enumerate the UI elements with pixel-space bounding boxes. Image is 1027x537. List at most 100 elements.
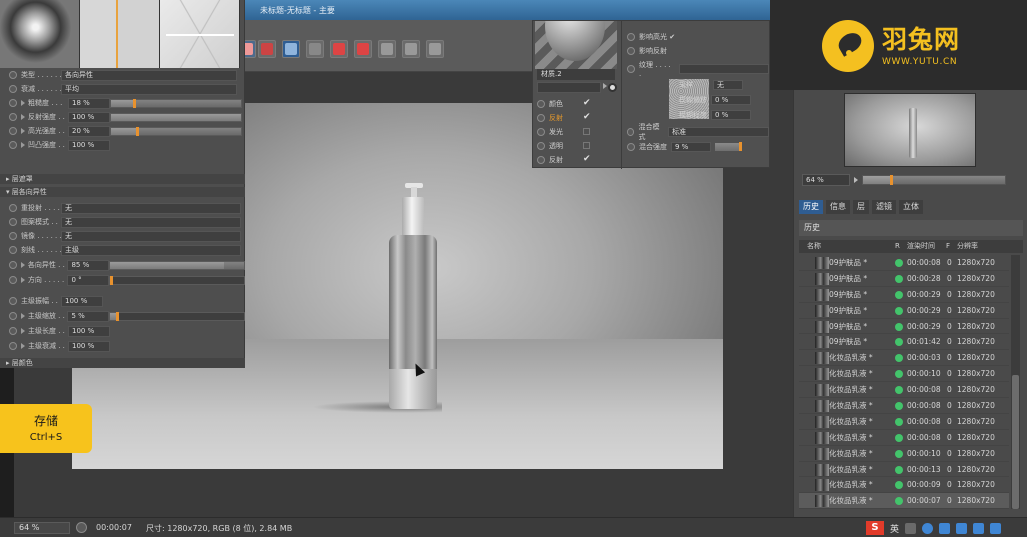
history-row[interactable]: 09护肤品 * 00:00:08 0 1280x720 [799, 255, 1009, 271]
param-row-reproject[interactable]: 重投射 . . . . 无 [0, 201, 245, 215]
checkbox[interactable] [583, 128, 590, 135]
param-slider[interactable] [108, 260, 245, 270]
punctuation-icon[interactable] [905, 522, 917, 534]
keyboard-icon[interactable] [956, 522, 968, 534]
col-resolution[interactable]: 分辨率 [957, 240, 978, 253]
param-value-field[interactable]: 100 % [68, 340, 110, 352]
history-row[interactable]: 09护肤品 * 00:01:42 0 1280x720 [799, 334, 1009, 351]
param-dropdown[interactable]: 各向异性 [61, 69, 237, 81]
history-row[interactable]: 化妆品乳液 * 00:00:08 0 1280x720 [799, 430, 1009, 446]
param-value-field[interactable]: 100 % [68, 111, 110, 123]
expand-icon[interactable] [21, 343, 25, 349]
expand-icon[interactable] [21, 142, 25, 148]
sphere-preview[interactable] [0, 0, 80, 68]
param-row-primary-falloff[interactable]: 主级衰减 . . 100 % [0, 339, 245, 353]
expand-icon[interactable] [21, 128, 25, 134]
col-f[interactable]: F [946, 240, 950, 253]
param-dropdown[interactable]: 无 [61, 230, 241, 242]
param-value-field[interactable]: 100 % [68, 325, 110, 337]
anim-radio[interactable] [9, 85, 17, 93]
param-row-direction[interactable]: 方向 . . . . . . 0 ° [0, 273, 245, 287]
blend-mode-row[interactable]: 混合模式 标准 [627, 123, 769, 141]
set-a-button[interactable] [330, 40, 348, 58]
blur-offset-row[interactable]: 模糊偏移 0 % [679, 94, 751, 106]
channel-transparency[interactable]: 透明 [537, 139, 617, 152]
status-zoom-field[interactable]: 64 % [14, 522, 70, 534]
param-row-specular[interactable]: 高光强度 . . 20 % [0, 124, 245, 138]
anim-radio[interactable] [9, 204, 17, 212]
expand-icon[interactable] [20, 262, 25, 268]
navigator-zoom-field[interactable]: 64 % [802, 174, 850, 186]
anim-radio[interactable] [9, 113, 17, 121]
param-row-anisotropy[interactable]: 各向异性 . . 85 % [0, 258, 245, 272]
set-b-button[interactable] [354, 40, 372, 58]
history-row[interactable]: 化妆品乳液 * 00:00:09 0 1280x720 [799, 477, 1009, 494]
param-slider[interactable] [110, 98, 242, 108]
param-slider[interactable] [108, 311, 245, 321]
option-radio[interactable] [627, 47, 635, 55]
blur-offset-field[interactable]: 0 % [711, 95, 751, 105]
anim-radio[interactable] [9, 141, 17, 149]
param-row-falloff[interactable]: 衰减 . . . . . . 平均 [0, 82, 245, 96]
option-radio[interactable] [627, 33, 635, 41]
scrollbar-thumb[interactable] [1012, 375, 1019, 509]
checkmark-icon[interactable]: ✔ [583, 99, 592, 108]
sampling-dropdown[interactable]: 无 [713, 80, 743, 90]
channel-radio[interactable] [537, 141, 545, 150]
zoom-arrow-icon[interactable] [854, 177, 858, 183]
param-row-type[interactable]: 类型 . . . . . . 各向异性 [0, 68, 245, 82]
render-region-button[interactable] [258, 40, 276, 58]
export-button[interactable] [426, 40, 444, 58]
blend-strength-field[interactable]: 9 % [671, 142, 711, 152]
param-value-field[interactable]: 0 ° [67, 274, 109, 286]
channel-color[interactable]: 颜色 ✔ [537, 97, 617, 110]
swap-button[interactable] [378, 40, 396, 58]
param-row-primary-amplitude[interactable]: 主级振幅 . . 100 % [0, 294, 245, 308]
checkmark-icon[interactable]: ✔ [583, 113, 592, 122]
section-layer-mask[interactable]: ▸ 层遮罩 [0, 174, 245, 184]
history-row[interactable]: 化妆品乳液 * 00:00:10 0 1280x720 [799, 366, 1009, 383]
anim-radio[interactable] [9, 246, 17, 254]
history-row[interactable]: 09护肤品 * 00:00:29 0 1280x720 [799, 319, 1009, 335]
history-row[interactable]: 09护肤品 * 00:00:29 0 1280x720 [799, 287, 1009, 303]
tab-stereo[interactable]: 立体 [899, 200, 923, 214]
param-row-primary-scale[interactable]: 主级缩放 . . 5 % [0, 309, 245, 323]
param-row-primary-length[interactable]: 主级长度 . . 100 % [0, 324, 245, 338]
expand-icon[interactable] [21, 328, 25, 334]
expand-icon[interactable] [21, 100, 25, 106]
history-row[interactable]: 09护肤品 * 00:00:28 0 1280x720 [799, 271, 1009, 287]
expand-icon[interactable] [21, 114, 25, 120]
anim-radio[interactable] [9, 218, 17, 226]
material-name[interactable]: 材质.2 [537, 69, 615, 80]
blur-scale-row[interactable]: 模糊程度 0 % [679, 109, 751, 121]
ime-language[interactable]: 英 [890, 522, 899, 535]
material-combo[interactable] [537, 82, 601, 93]
channel-radio[interactable] [537, 99, 545, 108]
history-scrollbar[interactable] [1011, 255, 1020, 509]
blend-strength-slider[interactable] [715, 142, 742, 151]
param-row-scratches[interactable]: 刻线 . . . . . . 主级 [0, 243, 245, 257]
option-affect-highlight[interactable]: 影响高光 ✔ [627, 31, 675, 43]
channel-luminance[interactable]: 发光 [537, 125, 617, 138]
anim-radio[interactable] [9, 327, 17, 335]
anim-radio[interactable] [9, 261, 17, 269]
param-value-field[interactable]: 100 % [61, 295, 103, 307]
anim-radio[interactable] [9, 312, 17, 320]
history-row[interactable]: 09护肤品 * 00:00:29 0 1280x720 [799, 303, 1009, 319]
blur-scale-field[interactable]: 0 % [711, 110, 751, 120]
option-radio[interactable] [627, 128, 635, 136]
history-row[interactable]: 化妆品乳液 * 00:00:03 0 1280x720 [799, 350, 1009, 367]
param-value-field[interactable]: 20 % [68, 125, 110, 137]
sampling-row[interactable]: 采样 无 [679, 79, 743, 91]
navigator-thumbnail[interactable] [844, 93, 976, 167]
anim-radio[interactable] [9, 71, 17, 79]
param-row-pattern-mode[interactable]: 图案模式 . . 无 [0, 215, 245, 229]
channel-radio[interactable] [537, 155, 545, 164]
param-value-field[interactable]: 18 % [68, 97, 110, 109]
channel-reflection[interactable]: 反射 ✔ [537, 153, 617, 166]
tab-filters[interactable]: 滤镜 [872, 200, 896, 214]
no-entry-icon[interactable] [608, 83, 617, 92]
history-row[interactable]: 化妆品乳液 * 00:00:08 0 1280x720 [799, 398, 1009, 414]
texture-slot[interactable] [679, 64, 769, 74]
param-dropdown[interactable]: 平均 [61, 83, 237, 95]
